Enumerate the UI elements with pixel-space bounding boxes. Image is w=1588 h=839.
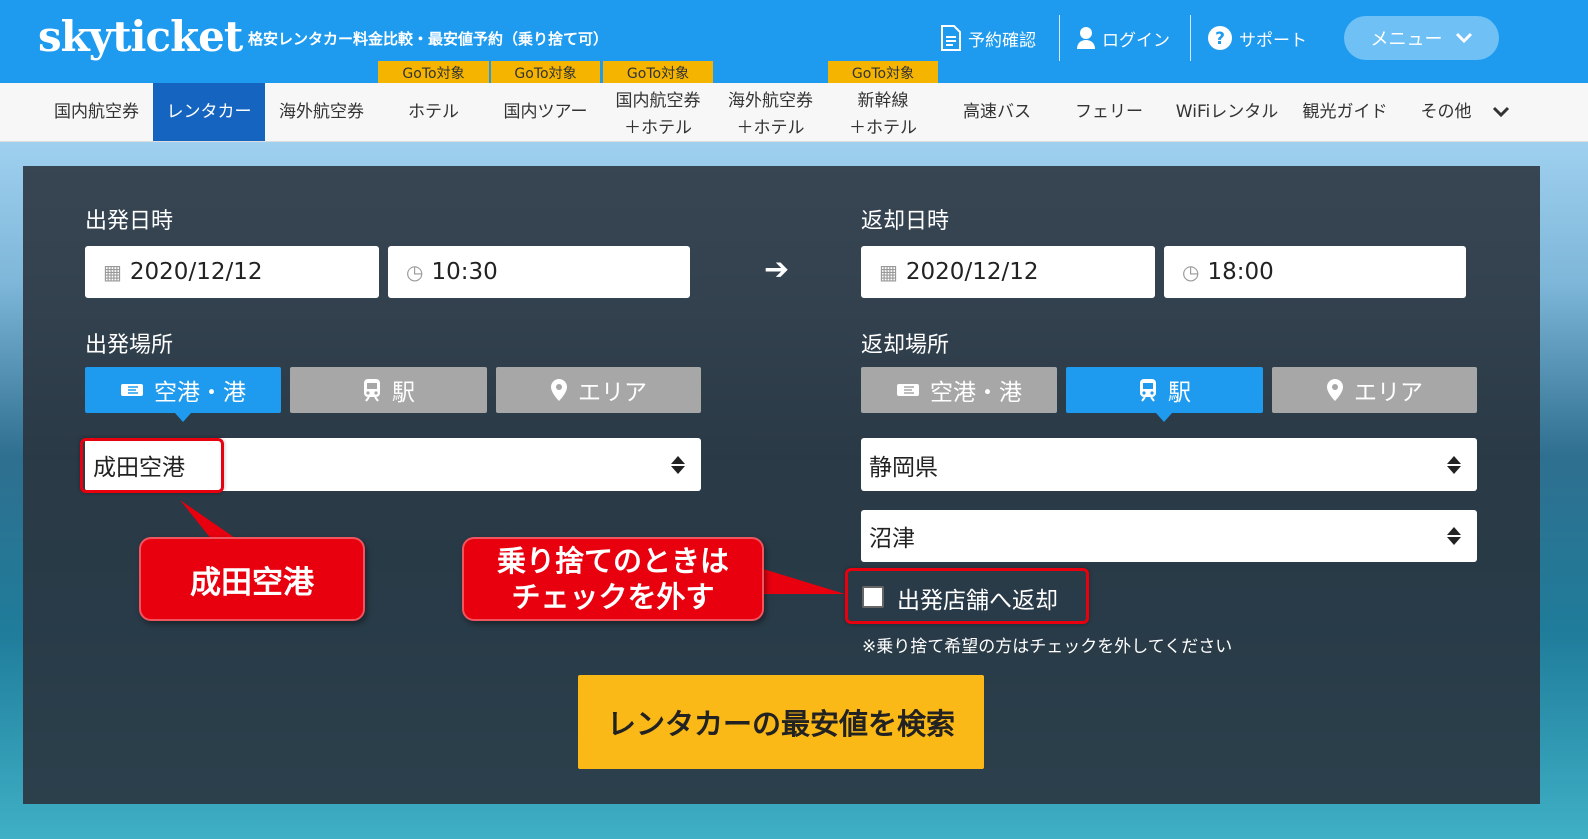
callout-pointers xyxy=(180,500,845,594)
callout-narita: 成田空港 xyxy=(139,537,365,621)
callout-uncheck-line2: チェックを外す xyxy=(511,580,715,614)
callout-uncheck: 乗り捨てのときは チェックを外す xyxy=(462,537,764,621)
callout-uncheck-line1: 乗り捨てのときは xyxy=(496,544,729,578)
callout-narita-text: 成田空港 xyxy=(190,564,314,601)
